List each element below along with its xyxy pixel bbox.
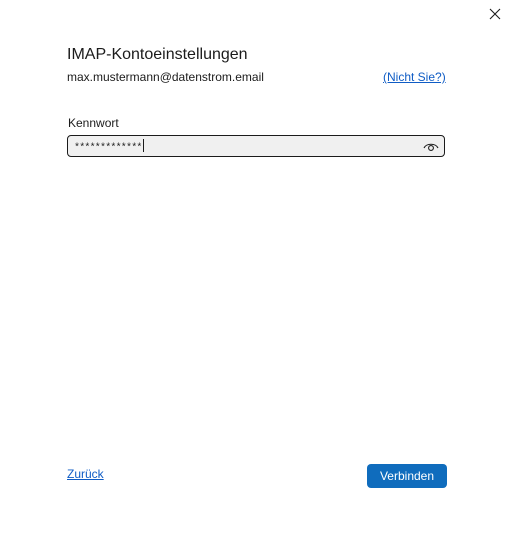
close-icon [489,8,501,20]
connect-button[interactable]: Verbinden [367,464,447,488]
text-caret [142,139,144,152]
close-button[interactable] [482,3,508,25]
reveal-password-button[interactable] [421,138,441,154]
account-email: max.mustermann@datenstrom.email [67,70,264,84]
password-field[interactable]: ************* [67,135,445,157]
password-label: Kennwort [68,116,119,130]
not-you-link[interactable]: (Nicht Sie?) [383,70,446,84]
password-masked-value: ************* [74,139,144,156]
password-masked-text: ************* [74,143,142,154]
dialog-title: IMAP-Kontoeinstellungen [67,46,248,63]
back-link[interactable]: Zurück [67,467,104,481]
eye-icon [423,143,439,151]
imap-settings-dialog: IMAP-Kontoeinstellungen max.mustermann@d… [0,0,516,558]
